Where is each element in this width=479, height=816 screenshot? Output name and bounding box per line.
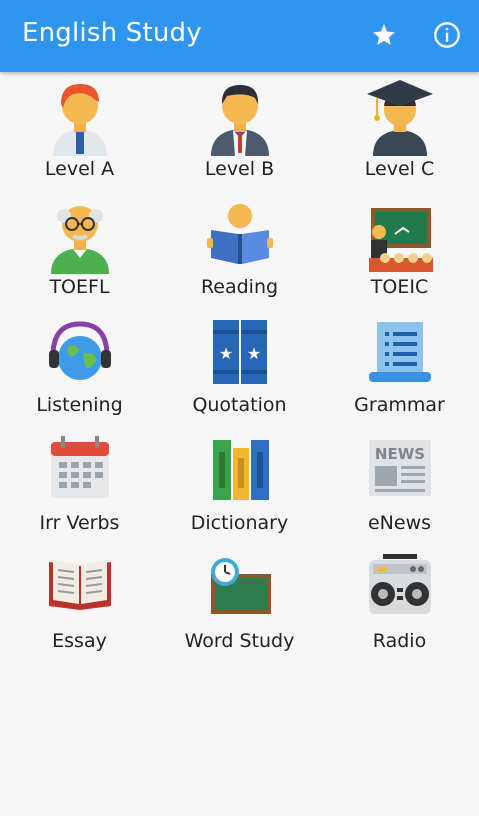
menu-item-label: TOEIC bbox=[370, 276, 429, 298]
menu-item-level-b[interactable]: Level B bbox=[160, 72, 319, 189]
menu-item-grammar[interactable]: Grammar bbox=[320, 308, 479, 425]
businessman-icon bbox=[205, 76, 275, 156]
menu-item-label: Listening bbox=[36, 394, 123, 416]
menu-item-level-a[interactable]: Level A bbox=[0, 72, 159, 189]
newspaper-icon: NEWS bbox=[365, 430, 435, 510]
menu-item-label: Level A bbox=[44, 158, 115, 180]
open-book-icon bbox=[45, 548, 115, 628]
headphones-globe-icon bbox=[45, 312, 115, 392]
menu-item-enews[interactable]: NEWS eNews bbox=[320, 426, 479, 543]
star-icon bbox=[373, 24, 395, 45]
graduate-icon bbox=[365, 76, 435, 156]
professor-icon bbox=[45, 194, 115, 274]
menu-item-label: Reading bbox=[200, 276, 279, 298]
favorites-button[interactable] bbox=[369, 20, 399, 50]
classroom-icon bbox=[365, 194, 435, 274]
info-button[interactable] bbox=[432, 20, 462, 50]
menu-item-label: Dictionary bbox=[190, 512, 289, 534]
svg-text:★: ★ bbox=[218, 344, 232, 363]
menu-item-dictionary[interactable]: Dictionary bbox=[160, 426, 319, 543]
radio-icon bbox=[365, 548, 435, 628]
menu-item-label: Word Study bbox=[184, 630, 295, 652]
menu-item-label: Quotation bbox=[192, 394, 287, 416]
student-boy-icon bbox=[45, 76, 115, 156]
info-icon bbox=[434, 22, 460, 48]
menu-item-label: eNews bbox=[367, 512, 432, 534]
menu-item-quotation[interactable]: ★ ★ Quotation bbox=[160, 308, 319, 425]
dictionary-books-icon bbox=[205, 430, 275, 510]
app-title: English Study bbox=[22, 18, 202, 48]
menu-item-label: Level B bbox=[204, 158, 275, 180]
menu-item-radio[interactable]: Radio bbox=[320, 544, 479, 661]
menu-item-label: Essay bbox=[52, 630, 107, 652]
app-bar: English Study bbox=[0, 0, 479, 72]
reading-person-icon bbox=[205, 194, 275, 274]
menu-item-essay[interactable]: Essay bbox=[0, 544, 159, 661]
menu-item-label: TOEFL bbox=[49, 276, 110, 298]
menu-item-word-study[interactable]: Word Study bbox=[160, 544, 319, 661]
menu-item-toeic[interactable]: TOEIC bbox=[320, 190, 479, 307]
calendar-icon bbox=[45, 430, 115, 510]
menu-item-reading[interactable]: Reading bbox=[160, 190, 319, 307]
menu-item-listening[interactable]: Listening bbox=[0, 308, 159, 425]
menu-item-level-c[interactable]: Level C bbox=[320, 72, 479, 189]
menu-item-label: Irr Verbs bbox=[39, 512, 120, 534]
clock-board-icon bbox=[205, 548, 275, 628]
grammar-scroll-icon bbox=[365, 312, 435, 392]
quotation-books-icon: ★ ★ bbox=[205, 312, 275, 392]
menu-item-label: Level C bbox=[364, 158, 435, 180]
menu-item-irr-verbs[interactable]: Irr Verbs bbox=[0, 426, 159, 543]
newspaper-icon-text: NEWS bbox=[374, 445, 424, 463]
svg-text:★: ★ bbox=[246, 344, 260, 363]
menu-item-label: Radio bbox=[372, 630, 427, 652]
menu-item-toefl[interactable]: TOEFL bbox=[0, 190, 159, 307]
menu-item-label: Grammar bbox=[354, 394, 445, 416]
